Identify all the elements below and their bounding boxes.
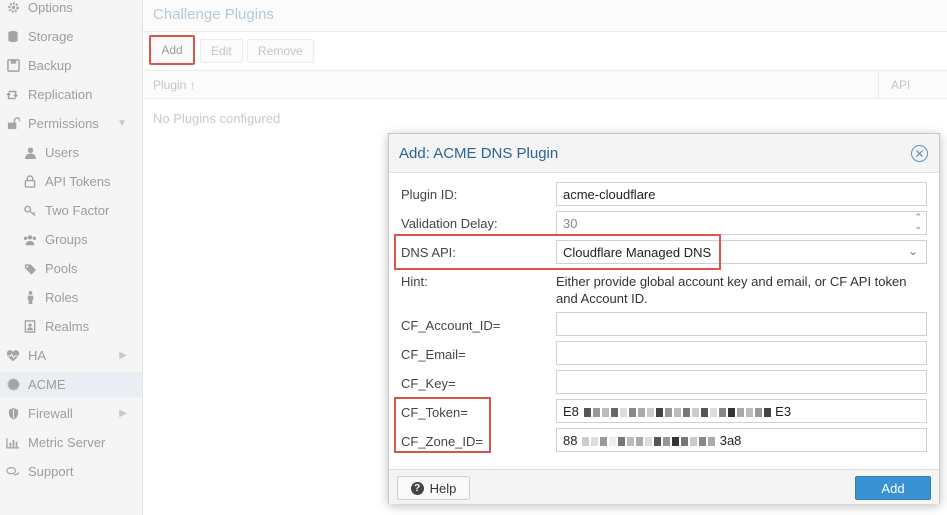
sidebar-item-label: ACME bbox=[28, 377, 66, 392]
lock-icon bbox=[23, 175, 37, 189]
dialog-header: Add: ACME DNS Plugin ✕ bbox=[389, 134, 939, 173]
add-acme-dns-plugin-dialog: Add: ACME DNS Plugin ✕ Plugin ID: acme-c… bbox=[388, 133, 940, 504]
plugin-id-value: acme-cloudflare bbox=[563, 187, 656, 202]
shield-icon bbox=[6, 407, 20, 421]
sidebar-item-roles[interactable]: Roles bbox=[0, 285, 142, 310]
tags-icon bbox=[23, 262, 37, 276]
sidebar-item-label: Permissions bbox=[28, 116, 99, 131]
sidebar-item-support[interactable]: Support bbox=[0, 459, 142, 484]
add-button[interactable]: Add bbox=[855, 476, 931, 500]
floppy-icon bbox=[6, 59, 20, 73]
validation-delay-label: Validation Delay: bbox=[401, 216, 498, 231]
plugin-id-label: Plugin ID: bbox=[401, 187, 458, 202]
cf-zone-id-value-start: 88 bbox=[563, 433, 578, 448]
user-icon bbox=[23, 146, 37, 160]
address-book-icon bbox=[23, 320, 37, 334]
highlight-token-zone bbox=[394, 397, 491, 453]
close-icon[interactable]: ✕ bbox=[911, 145, 928, 162]
sidebar-item-metric-server[interactable]: Metric Server bbox=[0, 430, 142, 455]
cf-zone-id-value-end: 3a8 bbox=[719, 433, 742, 448]
chevron-right-icon[interactable]: ▶ bbox=[119, 350, 127, 361]
sidebar-item-users[interactable]: Users bbox=[0, 140, 142, 165]
sidebar-item-label: Firewall bbox=[28, 406, 73, 421]
retweet-icon bbox=[6, 88, 20, 102]
cf-token-value-end: E3 bbox=[775, 404, 792, 419]
sidebar-item-acme[interactable]: ACME bbox=[0, 372, 142, 397]
cf-account-id-input[interactable] bbox=[556, 312, 927, 336]
sidebar-item-label: Pools bbox=[45, 261, 78, 276]
sidebar-item-api-tokens[interactable]: API Tokens bbox=[0, 169, 142, 194]
gear-icon bbox=[6, 1, 20, 15]
sidebar-item-label: HA bbox=[28, 348, 47, 363]
remove-button[interactable]: Remove bbox=[247, 39, 314, 63]
sidebar-item-groups[interactable]: Groups bbox=[0, 227, 142, 252]
help-button[interactable]: ? Help bbox=[397, 476, 470, 500]
sidebar-item-options[interactable]: Options bbox=[0, 0, 142, 20]
hint-label: Hint: bbox=[401, 274, 428, 289]
sidebar-item-backup[interactable]: Backup bbox=[0, 53, 142, 78]
sidebar-item-label: Replication bbox=[28, 87, 93, 102]
sidebar-item-label: Options bbox=[28, 0, 73, 15]
users-icon bbox=[23, 233, 37, 247]
highlight-dns-api bbox=[394, 234, 721, 270]
cf-email-input[interactable] bbox=[556, 341, 927, 365]
certificate-icon bbox=[6, 378, 20, 392]
column-header-plugin[interactable]: Plugin ↑ bbox=[153, 78, 196, 92]
comments-icon bbox=[6, 465, 20, 479]
sidebar-item-label: Realms bbox=[45, 319, 90, 334]
sidebar-item-label: Backup bbox=[28, 58, 72, 73]
validation-delay-value: 30 bbox=[563, 216, 578, 231]
database-icon bbox=[6, 30, 20, 44]
cf-key-label: CF_Key= bbox=[401, 376, 456, 391]
panel-title: Challenge Plugins bbox=[143, 0, 947, 32]
bar-chart-icon bbox=[6, 436, 20, 450]
heartbeat-icon bbox=[6, 349, 20, 363]
sidebar-item-label: API Tokens bbox=[45, 174, 111, 189]
sidebar-item-storage[interactable]: Storage bbox=[0, 24, 142, 49]
spinner-arrows-icon[interactable]: ⌃ ⌄ bbox=[914, 213, 922, 231]
dialog-title: Add: ACME DNS Plugin bbox=[399, 145, 559, 162]
cf-zone-id-input[interactable]: 88 3a8 bbox=[556, 428, 927, 452]
chevron-down-icon[interactable]: ▼ bbox=[117, 118, 127, 129]
column-header-api[interactable]: API bbox=[878, 71, 947, 98]
dialog-footer: ? Help Add bbox=[389, 469, 939, 504]
unlock-icon bbox=[6, 117, 20, 131]
key-icon bbox=[23, 204, 37, 218]
hint-text: Either provide global account key and em… bbox=[556, 274, 907, 306]
cf-token-value-start: E8 bbox=[563, 404, 579, 419]
chevron-down-icon[interactable]: ⌄ bbox=[908, 244, 918, 258]
question-circle-icon: ? bbox=[410, 481, 424, 495]
sidebar-item-label: Support bbox=[28, 464, 74, 479]
sidebar-item-firewall[interactable]: Firewall ▶ bbox=[0, 401, 142, 426]
sidebar-item-label: Two Factor bbox=[45, 203, 110, 218]
sidebar-item-pools[interactable]: Pools bbox=[0, 256, 142, 281]
add-plugin-button[interactable]: Add bbox=[149, 35, 195, 65]
cf-key-input[interactable] bbox=[556, 370, 927, 394]
help-label: Help bbox=[429, 480, 457, 496]
cf-token-input[interactable]: E8 E3 bbox=[556, 399, 927, 423]
grid-header: Plugin ↑ API bbox=[143, 70, 947, 99]
validation-delay-spinner[interactable]: 30 ⌃ ⌄ bbox=[556, 211, 927, 235]
sidebar-item-two-factor[interactable]: Two Factor bbox=[0, 198, 142, 223]
empty-grid-message: No Plugins configured bbox=[153, 111, 281, 126]
edit-button[interactable]: Edit bbox=[200, 39, 243, 63]
sidebar-item-replication[interactable]: Replication bbox=[0, 82, 142, 107]
sidebar-item-realms[interactable]: Realms bbox=[0, 314, 142, 339]
sidebar-item-label: Users bbox=[45, 145, 79, 160]
toolbar: Add Edit Remove bbox=[143, 32, 947, 70]
plugin-id-input[interactable]: acme-cloudflare bbox=[556, 182, 927, 206]
sidebar-item-label: Roles bbox=[45, 290, 79, 305]
redacted-zone-blur bbox=[581, 433, 720, 448]
sidebar-item-label: Metric Server bbox=[28, 435, 106, 450]
sidebar-item-permissions[interactable]: Permissions ▼ bbox=[0, 111, 142, 136]
sidebar-item-label: Storage bbox=[28, 29, 74, 44]
redacted-token-blur bbox=[583, 404, 776, 419]
cf-email-label: CF_Email= bbox=[401, 347, 466, 362]
cf-account-id-label: CF_Account_ID= bbox=[401, 318, 501, 333]
sidebar-item-ha[interactable]: HA ▶ bbox=[0, 343, 142, 368]
chevron-right-icon[interactable]: ▶ bbox=[119, 408, 127, 419]
male-icon bbox=[23, 291, 37, 305]
sidebar-item-label: Groups bbox=[45, 232, 88, 247]
sidebar: Options Storage Backup Replication Permi… bbox=[0, 0, 143, 515]
